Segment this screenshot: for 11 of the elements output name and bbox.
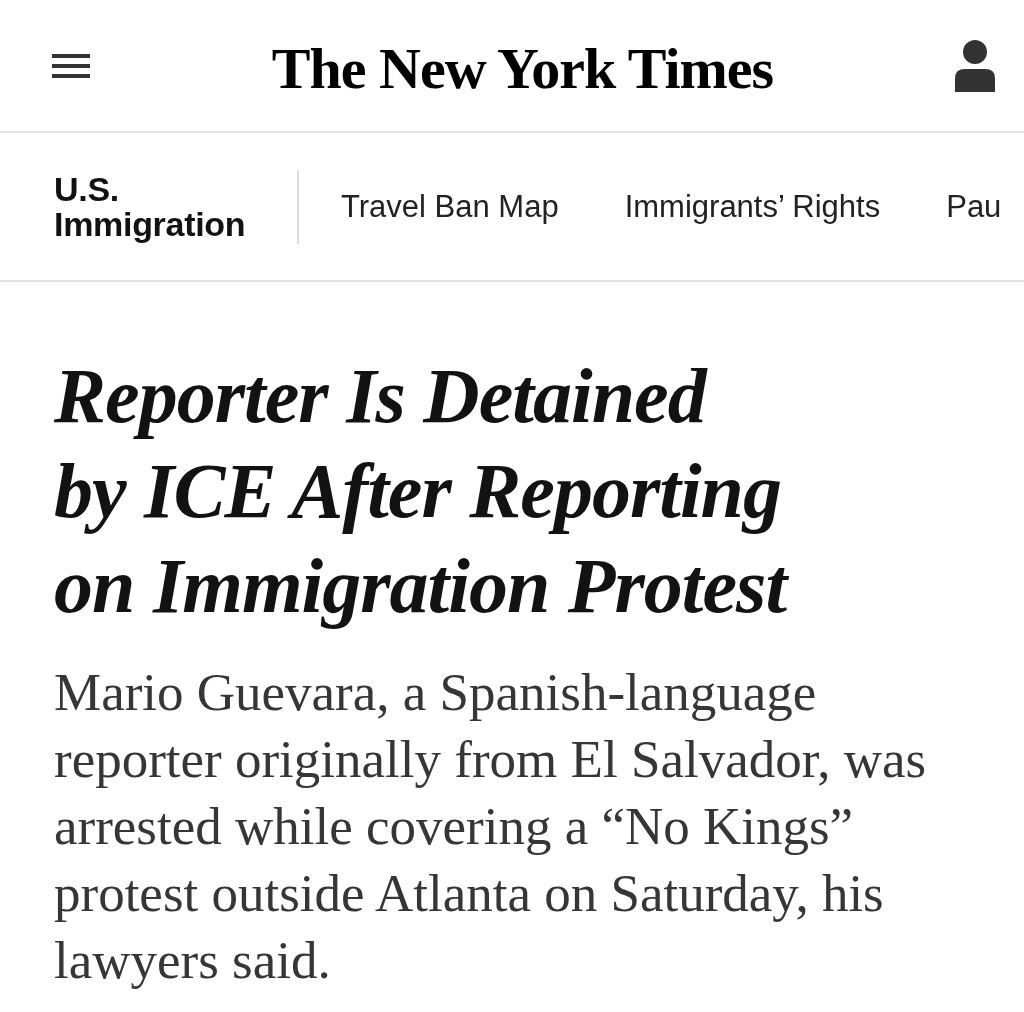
headline: Reporter Is Detained by ICE After Reporting on Immigration Protest xyxy=(54,351,790,631)
nav-link[interactable]: Travel Ban Map xyxy=(341,188,559,225)
person-icon xyxy=(955,39,995,92)
account-button[interactable] xyxy=(955,39,995,92)
section-title[interactable]: U.S. Immigration xyxy=(54,171,269,242)
menu-button[interactable] xyxy=(52,53,90,78)
nav-link[interactable]: Immigrants’ Rights xyxy=(624,188,881,225)
newspaper-logo[interactable]: The New York Times xyxy=(271,35,774,102)
nav-link[interactable]: Pau xyxy=(946,188,1002,225)
menu-icon xyxy=(52,53,90,78)
article-summary: Mario Guevara, a Spanish-language reporter originally from El Salvador, was arrested while covering a “No Kings” protest outside Atlanta on Saturday, his lawyers said. xyxy=(54,662,928,991)
